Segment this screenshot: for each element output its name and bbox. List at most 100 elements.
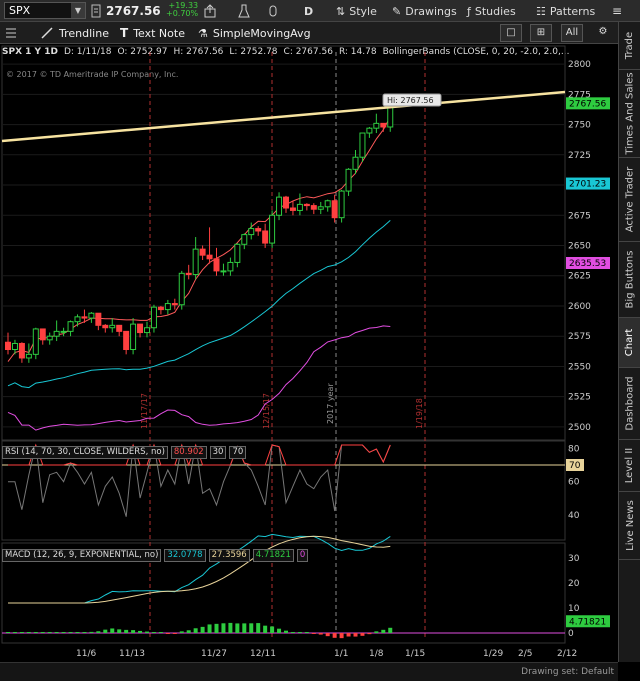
macd-label[interactable]: MACD (12, 26, 9, EXPONENTIAL, no): [2, 549, 162, 562]
tab-label: Active Trader: [624, 166, 636, 233]
trendline-button[interactable]: Trendline: [40, 25, 109, 41]
tab-dashboard[interactable]: Dashboard: [619, 368, 640, 440]
trendline: [1, 90, 566, 143]
gear-icon[interactable]: ⚙: [592, 24, 614, 42]
drawing-toolbar: Trendline T Text Note ⚗ SimpleMovingAvg …: [0, 22, 618, 44]
candle-body: [192, 248, 199, 276]
date-tick: 1/29: [483, 649, 503, 659]
candle-body: [213, 258, 220, 272]
candle-body: [123, 330, 130, 351]
macd-tick: 20: [568, 579, 580, 589]
macd-histogram-bar: [221, 623, 226, 633]
rsi-label[interactable]: RSI (14, 70, 30, CLOSE, WILDERS, no): [2, 446, 168, 459]
macd-histogram-bar: [297, 632, 302, 633]
macd-histogram-bar: [110, 628, 115, 633]
style-button[interactable]: ⇅ Style: [336, 3, 377, 19]
text-note-label: Text Note: [133, 26, 185, 40]
macd-histogram-bar: [325, 633, 330, 637]
text-note-button[interactable]: T Text Note: [120, 25, 185, 41]
macd-tick: 0: [568, 629, 574, 639]
candle-body: [95, 312, 102, 326]
sma-button[interactable]: ⚗ SimpleMovingAvg: [198, 25, 311, 41]
macd-histogram-bar: [249, 623, 254, 633]
vertical-marker-label: 1/19/18: [415, 398, 424, 429]
grid-layout-icon[interactable]: ⊞: [530, 24, 552, 42]
candle-body: [206, 254, 213, 260]
price-panel-frame: [1, 45, 566, 442]
tab-trade[interactable]: Trade: [619, 22, 640, 70]
lower-band-tag: 2635.53: [569, 259, 606, 269]
chevron-down-icon[interactable]: ▼: [71, 3, 85, 18]
macd-histogram-bar: [33, 632, 38, 633]
macd-histogram-bar: [145, 631, 149, 633]
rsi-oversold: 30: [209, 446, 227, 459]
share-icon[interactable]: [203, 3, 217, 19]
vertical-marker-label: 2017 year: [326, 383, 335, 424]
macd-histogram-bar: [193, 628, 198, 633]
candle-body: [366, 127, 373, 134]
candle-body: [262, 230, 269, 244]
period-button[interactable]: D: [304, 3, 313, 19]
macd-avg: 27.3596: [208, 549, 250, 562]
tab-live-news[interactable]: Live News: [619, 492, 640, 560]
style-label: Style: [349, 4, 377, 18]
patterns-button[interactable]: ☷ Patterns: [536, 3, 595, 19]
candle-body: [317, 206, 324, 210]
date-tick: 1/1: [334, 649, 348, 659]
macd-histogram-bar: [54, 632, 59, 633]
date-tick: 1/8: [369, 649, 384, 659]
candle-body: [276, 196, 283, 216]
tab-active-trader[interactable]: Active Trader: [619, 158, 640, 242]
macd-diff: 4.71821: [252, 549, 294, 562]
menu-icon[interactable]: ≡: [612, 3, 622, 19]
candle-body: [352, 156, 359, 170]
candle-body: [81, 316, 88, 319]
macd-histogram-bar: [228, 622, 233, 633]
candle-body: [74, 316, 81, 323]
symbol-input[interactable]: SPX ▼: [4, 2, 86, 19]
upper-band-line: [7, 116, 391, 362]
macd-histogram-bar: [12, 632, 17, 633]
bollinger-bands: [7, 116, 391, 431]
macd-histogram-bar: [61, 632, 66, 633]
studies-icon: ƒ: [467, 4, 471, 18]
tab-level-ii[interactable]: Level II: [619, 440, 640, 492]
date-axis: 11/6 11/13 11/27 12/11 1/1 1/8 1/15 1/29 2/5 2/12: [76, 649, 577, 659]
rsi-header: RSI (14, 70, 30, CLOSE, WILDERS, no) 80.…: [2, 446, 247, 459]
candle-body: [5, 341, 11, 351]
tab-big-buttons[interactable]: Big Buttons: [619, 242, 640, 318]
candle-body: [289, 207, 296, 211]
grid-all-button[interactable]: All: [561, 24, 583, 42]
link-icon[interactable]: [268, 3, 278, 19]
toolbar-collapse-icon[interactable]: [4, 25, 18, 41]
price-tick: 2625: [568, 272, 591, 282]
symbol-text: SPX: [9, 4, 31, 17]
macd-histogram-bar: [367, 633, 372, 635]
trendline-label: Trendline: [59, 26, 109, 40]
flask-icon[interactable]: [238, 3, 250, 19]
price-chart[interactable]: 11/17/17 12/15/17 2017 year 1/19/18 Hi: 276…: [0, 44, 618, 660]
candle-body: [331, 200, 338, 219]
candle-body: [303, 203, 310, 207]
drawing-set-label[interactable]: Drawing set: Default: [521, 667, 614, 677]
studies-button[interactable]: ƒ Studies: [467, 3, 516, 19]
tab-times-and-sales[interactable]: Times And Sales: [619, 70, 640, 158]
tab-label: Dashboard: [624, 376, 636, 431]
macd-signal-line: [8, 535, 391, 604]
candle-body: [185, 272, 192, 276]
single-panel-icon[interactable]: □: [500, 24, 522, 42]
patterns-icon: ☷: [536, 4, 546, 18]
macd-histogram-bar: [263, 625, 268, 633]
vertical-marker-label: 11/17/17: [140, 393, 149, 429]
macd-histogram-bar: [68, 632, 73, 633]
macd-histogram-bar: [339, 633, 344, 639]
drawings-button[interactable]: ✎ Drawings: [392, 3, 457, 19]
macd-histogram-bar: [304, 632, 309, 633]
macd-histogram-bar: [242, 623, 247, 633]
macd-histogram-bar: [290, 631, 295, 633]
macd-histogram-bar: [151, 632, 156, 633]
quote-icon[interactable]: [91, 3, 101, 19]
price-tick: 2650: [568, 242, 591, 252]
tab-chart[interactable]: Chart: [619, 318, 640, 368]
macd-histogram-bar: [117, 629, 122, 633]
